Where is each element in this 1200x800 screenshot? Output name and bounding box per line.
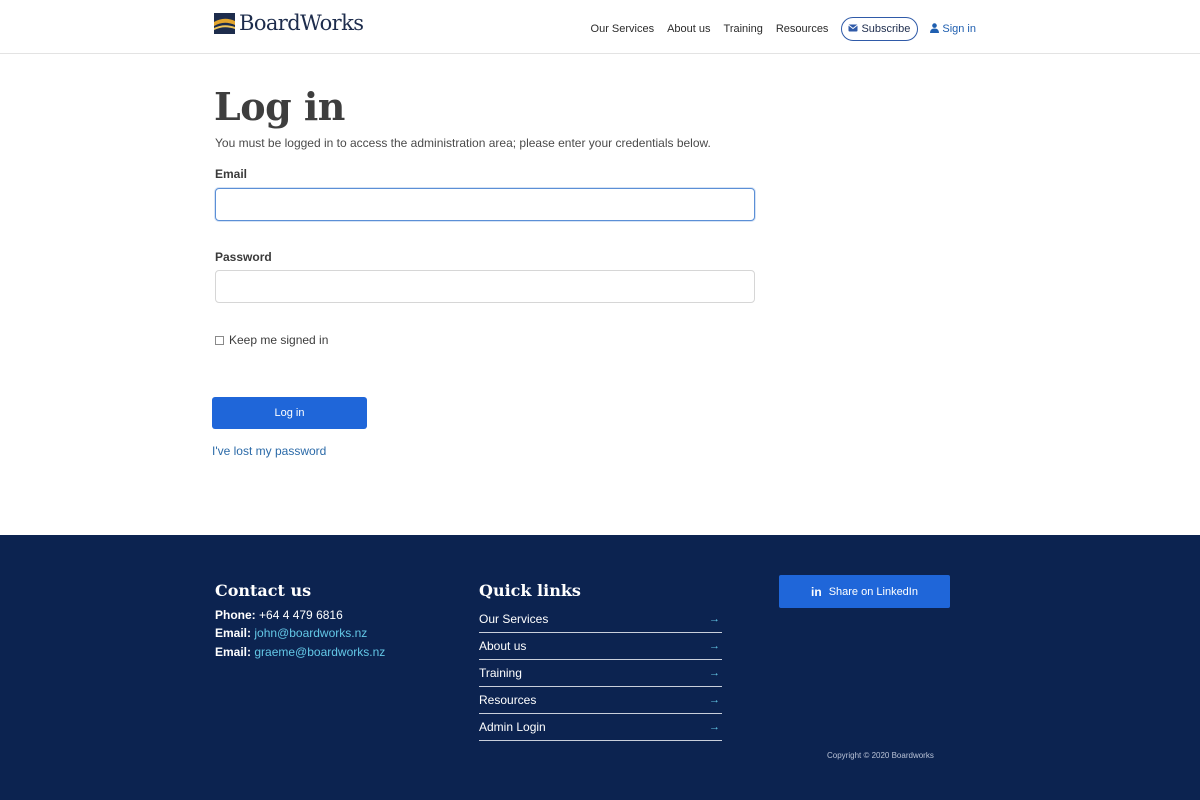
contact-email-1: Email: john@boardworks.nz: [215, 626, 367, 640]
intro-text: You must be logged in to access the admi…: [215, 136, 711, 150]
quick-link-resources[interactable]: Resources →: [479, 687, 722, 714]
linkedin-icon: in: [811, 584, 822, 599]
signin-label: Sign in: [942, 23, 976, 35]
quick-link-label: Training: [479, 666, 522, 680]
quick-link-training[interactable]: Training →: [479, 660, 722, 687]
arrow-right-icon: →: [709, 721, 720, 733]
email-link-graeme[interactable]: graeme@boardworks.nz: [254, 645, 385, 659]
arrow-right-icon: →: [709, 613, 720, 625]
subscribe-button[interactable]: Subscribe: [841, 17, 919, 41]
nav-training[interactable]: Training: [724, 23, 763, 35]
nav-resources[interactable]: Resources: [776, 23, 829, 35]
quick-link-label: Our Services: [479, 612, 549, 626]
linkedin-label: Share on LinkedIn: [828, 585, 918, 598]
user-icon: [930, 22, 942, 36]
envelope-icon: [848, 23, 861, 35]
nav-about-us[interactable]: About us: [667, 23, 710, 35]
email-link-john[interactable]: john@boardworks.nz: [254, 626, 367, 640]
contact-phone: Phone: +64 4 479 6816: [215, 608, 343, 622]
page-title: Log in: [214, 84, 345, 129]
brand-name: BoardWorks: [239, 11, 364, 35]
password-field[interactable]: [215, 270, 755, 303]
remember-me[interactable]: Keep me signed in: [215, 333, 328, 347]
quick-link-our-services[interactable]: Our Services →: [479, 606, 722, 633]
phone-number: +64 4 479 6816: [259, 608, 343, 622]
login-button[interactable]: Log in: [212, 397, 367, 429]
arrow-right-icon: →: [709, 640, 720, 652]
password-label: Password: [215, 250, 272, 264]
email-label-2: Email:: [215, 645, 252, 659]
copyright-text: Copyright © 2020 Boardworks: [827, 751, 934, 760]
arrow-right-icon: →: [709, 667, 720, 679]
quick-link-label: Admin Login: [479, 720, 546, 734]
email-label: Email: [215, 167, 248, 181]
logo-mark-icon: [214, 12, 235, 34]
quick-link-about-us[interactable]: About us →: [479, 633, 722, 660]
share-linkedin-button[interactable]: in Share on LinkedIn: [779, 575, 950, 608]
contact-email-2: Email: graeme@boardworks.nz: [215, 645, 385, 659]
site-header: BoardWorks Our Services About us Trainin…: [0, 0, 1200, 54]
quick-link-admin-login[interactable]: Admin Login →: [479, 714, 722, 741]
quick-links-heading: Quick links: [479, 581, 581, 600]
arrow-right-icon: →: [709, 694, 720, 706]
nav-our-services[interactable]: Our Services: [591, 23, 655, 35]
phone-label: Phone:: [215, 608, 256, 622]
subscribe-label: Subscribe: [861, 23, 911, 35]
site-footer: Contact us Phone: +64 4 479 6816 Email: …: [0, 535, 1200, 800]
email-field[interactable]: [215, 188, 755, 221]
remember-checkbox[interactable]: [215, 335, 224, 345]
email-label-1: Email:: [215, 626, 252, 640]
contact-heading: Contact us: [215, 581, 312, 600]
signin-link[interactable]: Sign in: [930, 22, 976, 36]
remember-label: Keep me signed in: [229, 333, 329, 347]
main-nav: Our Services About us Training Resources…: [578, 17, 976, 41]
brand-logo[interactable]: BoardWorks: [214, 11, 364, 35]
quick-link-label: About us: [479, 639, 527, 653]
quick-link-label: Resources: [479, 693, 537, 707]
lost-password-link[interactable]: I've lost my password: [212, 444, 326, 458]
